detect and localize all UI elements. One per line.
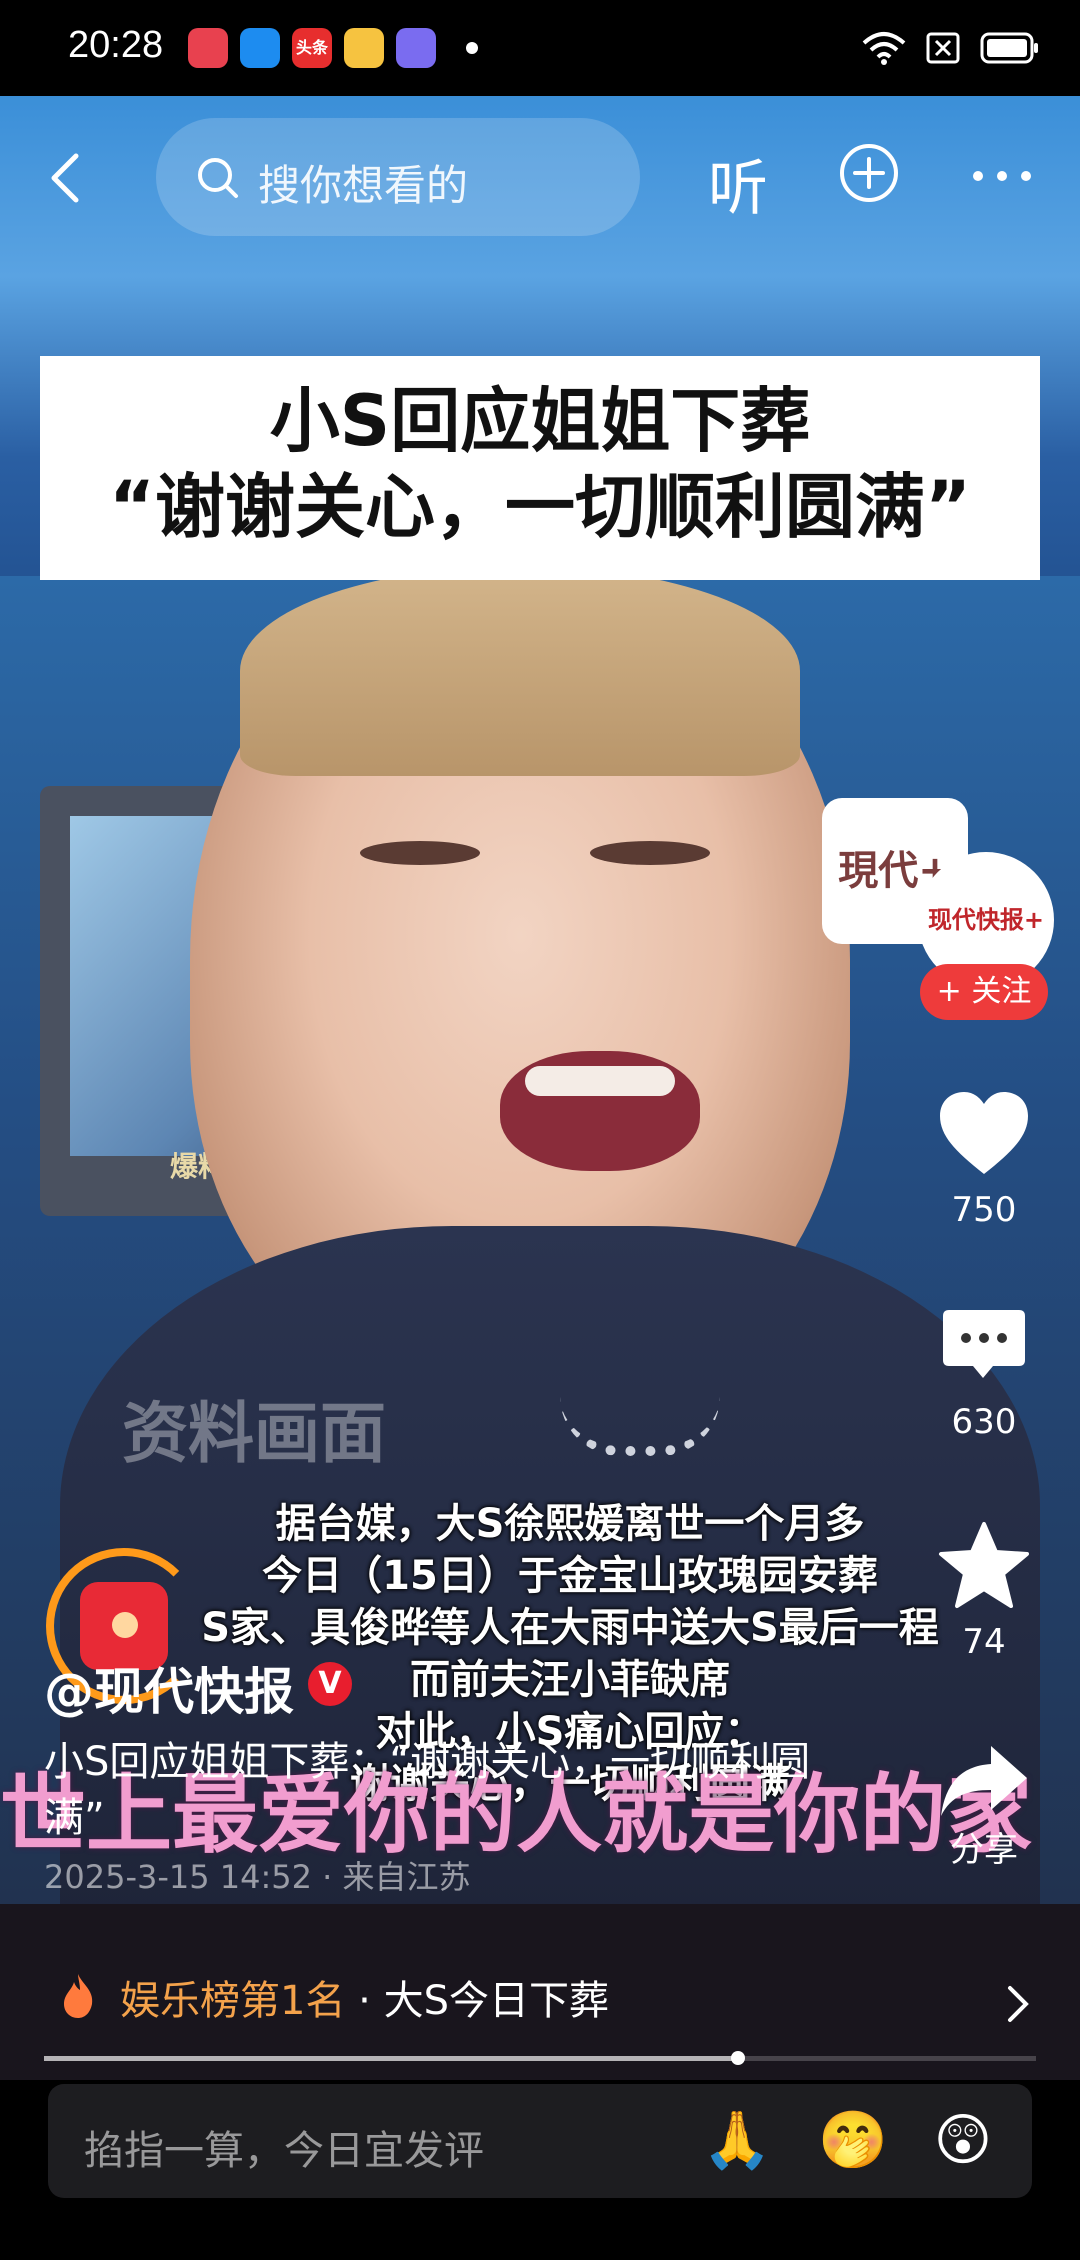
no-sim-icon [926,32,960,64]
rank-separator: · [345,1978,384,2024]
person-hair [240,566,800,776]
share-label: 分享 [950,1830,1018,1870]
music-app-icon [188,28,228,68]
red-packet-seal [112,1612,138,1638]
rank-label: 娱乐榜第1名 [120,1978,346,2024]
archive-footage-watermark: 资料画面 [122,1395,386,1472]
search-icon [198,158,238,198]
star-icon [939,1522,1029,1608]
back-button[interactable] [40,150,96,206]
subtitle-line: 今日（15日）于金宝山玫瑰园安葬 [262,1553,878,1599]
battery-icon [980,32,1038,64]
post-caption[interactable]: 小S回应姐姐下葬：“谢谢关心，一切顺利圆满” [44,1734,824,1846]
status-icons [862,28,1040,68]
search-box[interactable]: 搜你想看的 [156,118,640,236]
headline-line-1: 小S回应姐姐下葬 [269,380,811,462]
search-placeholder: 搜你想看的 [258,161,469,210]
like-count: 750 [951,1190,1017,1230]
more-options-button[interactable] [970,168,1034,184]
browser-app-icon [240,28,280,68]
right-eye [590,841,710,865]
headline-line-2: “谢谢关心，一切顺利圆满” [108,466,971,548]
favorite-count: 74 [962,1622,1006,1662]
add-button[interactable] [838,142,900,204]
notification-dot [466,42,478,54]
comment-button[interactable]: 630 [924,1306,1044,1442]
comment-placeholder: 掐指一算，今日宜发评 [84,2128,484,2174]
notes-app-icon [344,28,384,68]
favorite-button[interactable]: 74 [924,1520,1044,1662]
follow-button[interactable]: + 关注 [920,964,1048,1020]
toutiao-app-icon: 头条 [292,28,332,68]
headline-banner: 小S回应姐姐下葬 “谢谢关心，一切顺利圆满” [40,356,1040,580]
share-button[interactable]: 分享 [924,1740,1044,1871]
hand-over-mouth-emoji-button[interactable]: 🤭 [818,2106,888,2176]
comment-icon [943,1310,1025,1378]
share-icon [941,1746,1027,1816]
post-meta: 2025-3-15 14:52 · 来自江苏 [44,1858,471,1896]
comment-input[interactable]: 掐指一算，今日宜发评 🙏 🤭 😲 [48,2084,1032,2198]
like-button[interactable]: 750 [924,1088,1044,1230]
chevron-right-icon[interactable] [1004,1984,1032,2024]
subtitle-line: 据台媒，大S徐熙媛离世一个月多 [275,1501,865,1547]
heart-icon [940,1092,1028,1174]
listen-button[interactable]: 听 [708,140,768,227]
rank-label-row[interactable]: 娱乐榜第1名 · 大S今日下葬 [120,1968,609,2026]
astonished-emoji-button[interactable]: 😲 [928,2106,998,2176]
comment-count: 630 [951,1402,1017,1442]
status-bar: 20:28 头条 [0,0,1080,96]
fire-icon [64,1974,93,2018]
rank-topic: 大S今日下葬 [383,1978,609,2024]
wifi-icon [862,32,906,65]
left-eye [360,841,480,865]
store-app-icon [396,28,436,68]
video-progress-bar[interactable] [44,2051,1036,2065]
person-teeth [525,1066,675,1096]
verified-badge: V [308,1662,352,1706]
author-name[interactable]: @现代快报 [44,1652,294,1724]
video-progress-fill [44,2056,739,2061]
subtitle-line: S家、具俊晔等人在大雨中送大S最后一程 [201,1605,939,1651]
praying-hands-emoji-button[interactable]: 🙏 [702,2106,772,2176]
status-time: 20:28 [68,24,164,66]
